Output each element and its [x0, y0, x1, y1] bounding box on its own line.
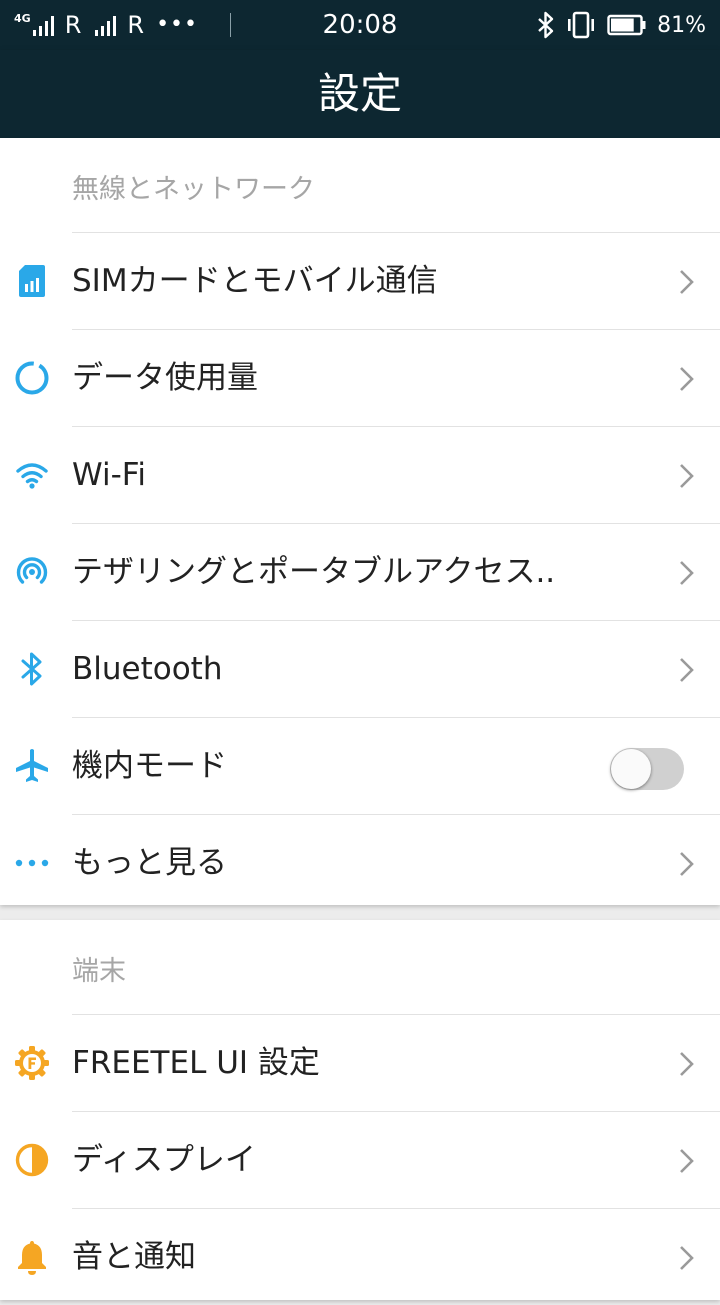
airplane-mode-toggle[interactable]: [610, 748, 684, 790]
device-section: 端末 FREETEL UI 設定 ディスプレイ 音と通知: [0, 920, 720, 1300]
wifi-icon: [12, 455, 52, 495]
settings-item-display[interactable]: ディスプレイ: [15, 1111, 720, 1208]
settings-item-label: Bluetooth: [72, 651, 223, 687]
settings-item-sim[interactable]: SIMカードとモバイル通信: [19, 232, 720, 329]
chevron-right-icon: [680, 367, 694, 391]
wireless-section: 無線とネットワーク SIMカードとモバイル通信 データ使用量 Wi-Fi テザリ…: [0, 138, 720, 905]
bluetooth-status-icon: [538, 11, 554, 39]
settings-item-label: 音と通知: [72, 1239, 196, 1275]
gear-f-icon: [12, 1043, 52, 1083]
settings-item-label: データ使用量: [72, 360, 258, 396]
chevron-right-icon: [680, 1246, 694, 1270]
settings-item-more[interactable]: もっと見る: [15, 814, 720, 911]
more-dots-icon: [12, 843, 52, 883]
settings-item-label: ディスプレイ: [72, 1142, 256, 1178]
settings-item-label: 機内モード: [72, 748, 227, 784]
settings-item-sound[interactable]: 音と通知: [18, 1208, 720, 1305]
section-header-wireless: 無線とネットワーク: [72, 174, 315, 205]
toggle-knob: [611, 749, 651, 789]
settings-item-tethering[interactable]: テザリングとポータブルアクセス..: [16, 523, 720, 620]
battery-icon: [607, 14, 646, 36]
data-usage-icon: [12, 358, 52, 398]
settings-item-label: FREETEL UI 設定: [72, 1045, 320, 1081]
chevron-right-icon: [680, 464, 694, 488]
chevron-right-icon: [680, 658, 694, 682]
settings-item-bluetooth[interactable]: Bluetooth: [21, 620, 720, 717]
chevron-right-icon: [680, 1052, 694, 1076]
settings-item-wifi[interactable]: Wi-Fi: [16, 426, 720, 523]
settings-item-label: SIMカードとモバイル通信: [72, 263, 438, 299]
bluetooth-icon: [12, 649, 52, 689]
hotspot-icon: [12, 552, 52, 592]
chevron-right-icon: [680, 270, 694, 294]
chevron-right-icon: [680, 561, 694, 585]
battery-percentage: 81%: [657, 12, 706, 38]
chevron-right-icon: [680, 1149, 694, 1173]
vibrate-icon: [568, 11, 595, 39]
settings-item-freetel-ui[interactable]: FREETEL UI 設定: [15, 1014, 720, 1111]
settings-item-data-usage[interactable]: データ使用量: [15, 329, 720, 426]
bell-icon: [12, 1237, 52, 1277]
chevron-right-icon: [680, 852, 694, 876]
sim-card-icon: [12, 261, 52, 301]
airplane-icon: [12, 746, 52, 786]
status-bar: 4G R R ••• 20:08 81%: [0, 0, 720, 50]
display-brightness-icon: [12, 1140, 52, 1180]
settings-item-label: Wi-Fi: [72, 457, 146, 493]
settings-item-label: テザリングとポータブルアクセス..: [72, 554, 556, 590]
page-title: 設定: [317, 69, 402, 118]
section-header-device: 端末: [72, 956, 126, 987]
app-bar: 設定: [0, 50, 720, 138]
status-right: 81%: [537, 10, 706, 40]
settings-item-airplane-mode: 機内モード: [16, 717, 720, 814]
settings-item-label: もっと見る: [72, 845, 227, 881]
